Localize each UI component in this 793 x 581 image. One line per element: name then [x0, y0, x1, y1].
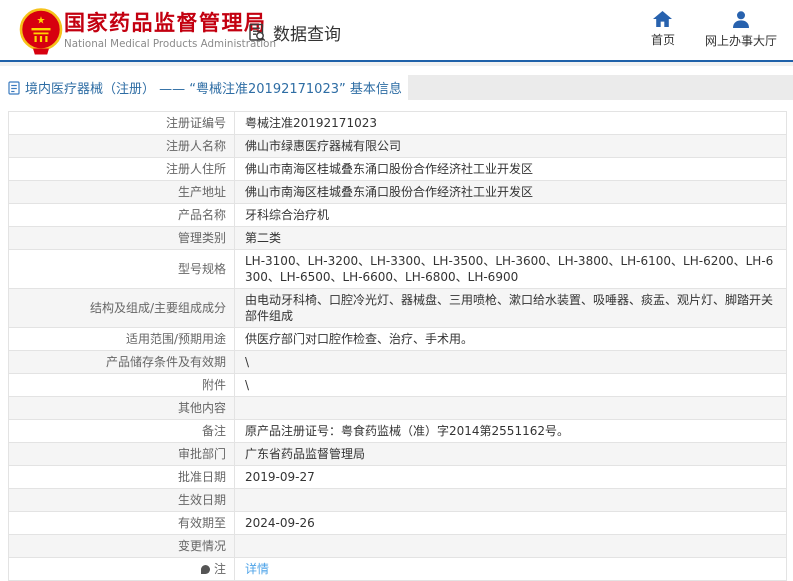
field-value: 粤械注准20192171023 [234, 111, 787, 135]
table-row: 变更情况 [8, 534, 787, 558]
field-value: 佛山市南海区桂城叠东涌口股份合作经济社工业开发区 [234, 180, 787, 204]
field-label: 产品名称 [8, 203, 235, 227]
field-label: 结构及组成/主要组成成分 [8, 288, 235, 328]
field-label: 其他内容 [8, 396, 235, 420]
table-row: 审批部门 广东省药品监督管理局 [8, 442, 787, 466]
header-divider [0, 62, 793, 66]
home-icon [653, 11, 673, 27]
header-nav: 首页 网上办事大厅 [651, 11, 777, 49]
field-value: 原产品注册证号：粤食药监械（准）字2014第2551162号。 [234, 419, 787, 443]
nav-home-label: 首页 [650, 33, 675, 47]
note-icon [200, 565, 210, 574]
svg-text:★: ★ [37, 16, 46, 27]
table-row: 结构及组成/主要组成成分 由电动牙科椅、口腔冷光灯、器械盘、三用喷枪、漱口给水装置… [8, 288, 787, 328]
data-query-label: 数据查询 [273, 25, 341, 45]
page-title: 境内医疗器械（注册） —— “粤械注准20192171023” 基本信息 [25, 82, 402, 97]
field-value: 广东省药品监督管理局 [234, 442, 787, 466]
table-row: 生产地址 佛山市南海区桂城叠东涌口股份合作经济社工业开发区 [8, 180, 787, 204]
agency-name-en: National Medical Products Administration [64, 38, 276, 50]
user-icon [732, 11, 750, 28]
field-value: 2019-09-27 [234, 465, 787, 489]
search-document-icon [247, 22, 268, 43]
table-row: 注详情 [8, 557, 787, 581]
field-value: \ [234, 350, 787, 374]
site-header: ★ 国家药品监督管理局 National Medical Products Ad… [0, 0, 793, 62]
field-label: 附件 [8, 373, 235, 397]
nav-service-hall-label: 网上办事大厅 [704, 34, 777, 48]
field-label: 注册人住所 [8, 157, 235, 181]
table-row: 型号规格 LH-3100、LH-3200、LH-3300、LH-3500、LH-3… [8, 249, 787, 289]
field-value [234, 396, 787, 420]
table-row: 生效日期 [8, 488, 787, 512]
field-value: LH-3100、LH-3200、LH-3300、LH-3500、LH-3600、… [234, 249, 787, 289]
data-query-section-link[interactable]: 数据查询 [247, 20, 341, 45]
field-label: 批准日期 [8, 465, 235, 489]
breadcrumb-bar: 境内医疗器械（注册） —— “粤械注准20192171023” 基本信息 [0, 75, 793, 100]
table-row: 附件 \ [8, 373, 787, 397]
registration-info-table: 注册证编号 粤械注准20192171023 注册人名称 佛山市绿惠医疗器械有限公司 注册… [8, 111, 787, 581]
field-value: 佛山市南海区桂城叠东涌口股份合作经济社工业开发区 [234, 157, 787, 181]
agency-name-cn: 国家药品监督管理局 [64, 11, 267, 35]
field-value [234, 534, 787, 558]
table-row: 适用范围/预期用途 供医疗部门对口腔作检查、治疗、手术用。 [8, 327, 787, 351]
table-row: 注册人名称 佛山市绿惠医疗器械有限公司 [8, 134, 787, 158]
field-value [234, 488, 787, 512]
field-value: \ [234, 373, 787, 397]
detail-link[interactable]: 详情 [245, 562, 269, 576]
field-label: 备注 [8, 419, 235, 443]
field-label: 注 [8, 557, 235, 581]
field-label: 有效期至 [8, 511, 235, 535]
table-row: 产品名称 牙科综合治疗机 [8, 203, 787, 227]
table-row: 备注 原产品注册证号：粤食药监械（准）字2014第2551162号。 [8, 419, 787, 443]
field-value: 第二类 [234, 226, 787, 250]
field-value: 由电动牙科椅、口腔冷光灯、器械盘、三用喷枪、漱口给水装置、吸唾器、痰盂、观片灯、… [234, 288, 787, 328]
table-row: 管理类别 第二类 [8, 226, 787, 250]
field-label: 适用范围/预期用途 [8, 327, 235, 351]
field-label: 注册证编号 [8, 111, 235, 135]
agency-title-block[interactable]: 国家药品监督管理局 National Medical Products Admi… [64, 10, 276, 50]
field-label: 注册人名称 [8, 134, 235, 158]
field-value: 详情 [234, 557, 787, 581]
nav-item-service-hall[interactable]: 网上办事大厅 [705, 11, 777, 49]
field-label: 审批部门 [8, 442, 235, 466]
breadcrumb: 境内医疗器械（注册） —— “粤械注准20192171023” 基本信息 [0, 75, 408, 100]
table-row: 其他内容 [8, 396, 787, 420]
table-row: 注册人住所 佛山市南海区桂城叠东涌口股份合作经济社工业开发区 [8, 157, 787, 181]
document-icon [8, 80, 20, 95]
field-label: 管理类别 [8, 226, 235, 250]
field-value: 2024-09-26 [234, 511, 787, 535]
table-row: 注册证编号 粤械注准20192171023 [8, 111, 787, 135]
table-row: 批准日期 2019-09-27 [8, 465, 787, 489]
table-row: 产品储存条件及有效期 \ [8, 350, 787, 374]
field-label: 生效日期 [8, 488, 235, 512]
national-emblem-logo[interactable]: ★ [18, 7, 64, 56]
field-value: 佛山市绿惠医疗器械有限公司 [234, 134, 787, 158]
field-label: 产品储存条件及有效期 [8, 350, 235, 374]
field-value: 供医疗部门对口腔作检查、治疗、手术用。 [234, 327, 787, 351]
field-label: 生产地址 [8, 180, 235, 204]
field-label: 型号规格 [8, 249, 235, 289]
nav-item-home[interactable]: 首页 [651, 11, 675, 49]
field-label: 变更情况 [8, 534, 235, 558]
field-value: 牙科综合治疗机 [234, 203, 787, 227]
table-row: 有效期至 2024-09-26 [8, 511, 787, 535]
